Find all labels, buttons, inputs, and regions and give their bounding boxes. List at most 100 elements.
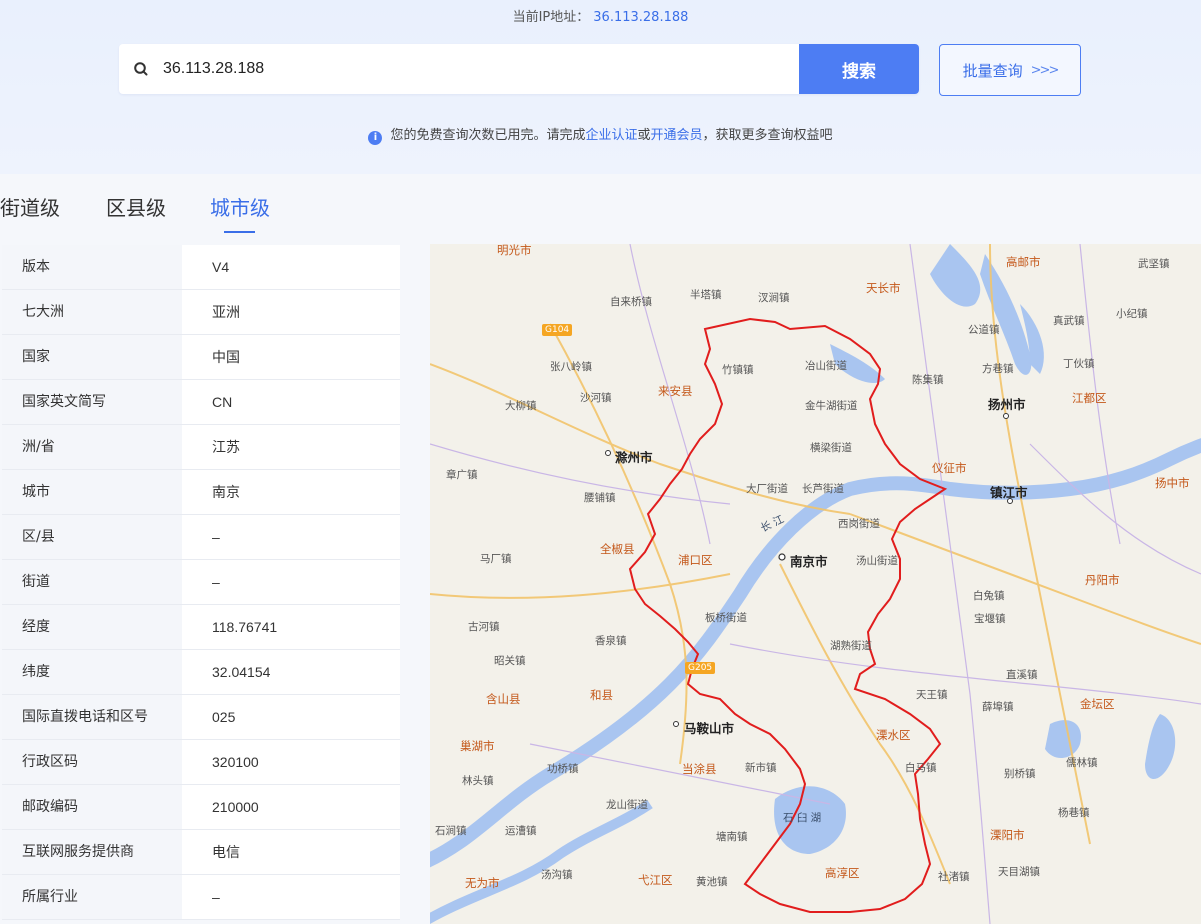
table-row: 行政区码 320100 <box>2 740 400 785</box>
map-label-town: 杨巷镇 <box>1058 807 1090 819</box>
map-label-town: 香泉镇 <box>595 635 627 647</box>
notice-text-2: 或 <box>637 128 651 143</box>
batch-query-button[interactable]: 批量查询 >>> <box>939 44 1081 96</box>
map-label-town: 天王镇 <box>916 689 948 701</box>
map-label-town: 社渚镇 <box>938 871 970 883</box>
map-label-town: 汊涧镇 <box>758 292 790 304</box>
tab-district-level[interactable]: 区县级 <box>106 192 166 221</box>
row-value: 118.76741 <box>212 619 278 635</box>
map-label-town: 龙山街道 <box>606 799 648 811</box>
map-label-shijiu-lake: 石 臼 湖 <box>783 812 822 824</box>
tab-city-level[interactable]: 城市级 <box>210 192 270 221</box>
map-label-hexian: 和县 <box>590 688 613 702</box>
map-label-town: 竹镇镇 <box>722 364 754 376</box>
map-label-nanjing: 南京市 <box>790 554 828 569</box>
row-key: 互联网服务提供商 <box>2 830 182 874</box>
map-label-mingguang: 明光市 <box>497 244 532 257</box>
map-label-town: 大厂街道 <box>746 483 788 495</box>
quota-notice: i 您的免费查询次数已用完。请完成企业认证或开通会员，获取更多查询权益吧 <box>0 124 1201 145</box>
row-key: 洲/省 <box>2 425 182 469</box>
table-row: 七大洲 亚洲 <box>2 290 400 335</box>
map-label-pukou: 浦口区 <box>678 553 713 567</box>
table-row: 经度 118.76741 <box>2 605 400 650</box>
row-value: V4 <box>212 259 230 275</box>
map-label-dangtu: 当涂县 <box>682 762 717 776</box>
info-icon: i <box>368 131 383 145</box>
map-label-town: 板桥街道 <box>705 612 747 624</box>
map-label-town: 章广镇 <box>446 469 478 481</box>
map-label-town: 古河镇 <box>468 621 500 633</box>
map-label-town: 横梁街道 <box>810 442 852 454</box>
row-value: CN <box>212 394 233 410</box>
location-map[interactable]: 南京市 滁州市 扬州市 镇江市 马鞍山市 仪征市 天长市 来安县 全椒县 浦口区… <box>430 244 1201 924</box>
map-label-town: 大柳镇 <box>505 400 537 412</box>
map-label-town: 小纪镇 <box>1116 308 1148 320</box>
map-label-town: 西岗街道 <box>838 518 880 530</box>
map-label-town: 林头镇 <box>462 775 494 787</box>
row-value: – <box>212 529 220 545</box>
map-label-town: 武坚镇 <box>1138 258 1170 270</box>
row-key: 国际直拨电话和区号 <box>2 695 182 739</box>
map-label-zhenjiang: 镇江市 <box>990 485 1028 500</box>
table-row: 邮政编码 210000 <box>2 785 400 830</box>
map-label-town: 运漕镇 <box>505 825 537 837</box>
road-badge-g104: G104 <box>542 324 573 336</box>
map-label-gaoyou: 高邮市 <box>1006 255 1041 269</box>
map-label-liyang: 溧阳市 <box>990 828 1025 842</box>
triple-chevron-right-icon: >>> <box>1030 62 1060 78</box>
map-label-town: 丁伙镇 <box>1063 358 1095 370</box>
map-label-town: 腰铺镇 <box>584 492 616 504</box>
table-row: 版本 V4 <box>2 245 400 290</box>
current-ip-label: 当前IP地址： <box>512 10 590 25</box>
table-row: 国家 中国 <box>2 335 400 380</box>
map-label-town: 别桥镇 <box>1004 768 1036 780</box>
table-row: 国家英文简写 CN <box>2 380 400 425</box>
map-label-chaohu: 巢湖市 <box>460 739 495 753</box>
map-label-town: 张八岭镇 <box>550 361 592 373</box>
row-key: 国家 <box>2 335 182 379</box>
ip-info-table: 版本 V4 七大洲 亚洲 国家 中国 国家英文简写 CN 洲/省 江苏 城市 南京 区/县 –… <box>2 245 400 920</box>
row-key: 邮政编码 <box>2 785 182 829</box>
tab-street-level[interactable]: 街道级 <box>0 192 60 221</box>
map-label-town: 马厂镇 <box>480 553 512 565</box>
map-label-town: 沙河镇 <box>580 392 612 404</box>
row-value: 32.04154 <box>212 664 271 680</box>
map-label-town: 方巷镇 <box>982 363 1014 375</box>
map-label-town: 白兔镇 <box>973 590 1005 602</box>
row-value: 中国 <box>212 349 240 365</box>
map-label-town: 直溪镇 <box>1006 669 1038 681</box>
map-label-hanshan: 含山县 <box>486 692 521 706</box>
map-label-town: 金牛湖街道 <box>805 400 858 412</box>
map-label-laian: 来安县 <box>658 384 693 398</box>
row-value: 江苏 <box>212 439 240 455</box>
map-label-town: 薛埠镇 <box>982 701 1014 713</box>
table-row: 国际直拨电话和区号 025 <box>2 695 400 740</box>
notice-text-1: 您的免费查询次数已用完。请完成 <box>390 128 586 143</box>
ip-search-input[interactable] <box>163 45 793 93</box>
map-label-town: 自来桥镇 <box>610 296 652 308</box>
map-label-town: 湖熟街道 <box>830 640 872 652</box>
search-button[interactable]: 搜索 <box>799 44 919 94</box>
open-membership-link[interactable]: 开通会员 <box>651 128 703 143</box>
map-label-town: 白马镇 <box>905 762 937 774</box>
map-label-town: 功桥镇 <box>547 763 579 775</box>
map-label-town: 黄池镇 <box>696 876 728 888</box>
current-ip-line: 当前IP地址： 36.113.28.188 <box>0 6 1201 25</box>
row-key: 七大洲 <box>2 290 182 334</box>
notice-text-3: ，获取更多查询权益吧 <box>702 128 833 143</box>
row-key: 城市 <box>2 470 182 514</box>
row-key: 经度 <box>2 605 182 649</box>
map-label-yangzhou: 扬州市 <box>988 397 1026 412</box>
map-label-yizheng: 仪征市 <box>932 461 967 475</box>
table-row: 所属行业 – <box>2 875 400 920</box>
row-value: 南京 <box>212 484 240 500</box>
map-label-town: 公道镇 <box>968 324 1000 336</box>
row-key: 所属行业 <box>2 875 182 919</box>
table-row: 互联网服务提供商 电信 <box>2 830 400 875</box>
row-value: 025 <box>212 709 236 725</box>
current-ip-value[interactable]: 36.113.28.188 <box>593 10 688 25</box>
map-label-maanshan: 马鞍山市 <box>684 721 735 736</box>
enterprise-verify-link[interactable]: 企业认证 <box>585 128 637 143</box>
row-value: 210000 <box>212 799 259 815</box>
table-row: 纬度 32.04154 <box>2 650 400 695</box>
